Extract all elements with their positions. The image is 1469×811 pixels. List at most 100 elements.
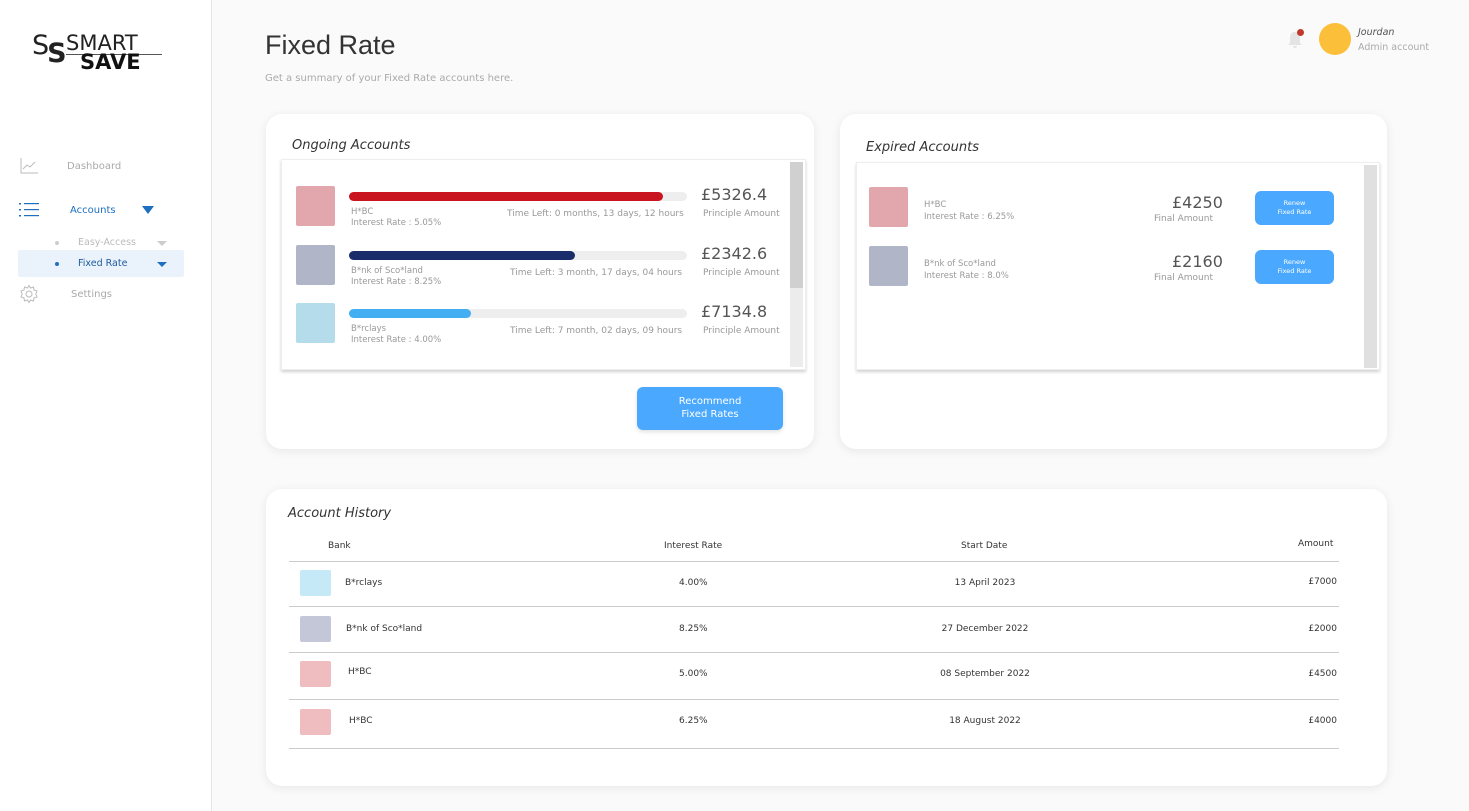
bank-name: B*rclays [351, 324, 387, 334]
bank-name: H*BC [924, 200, 947, 210]
interest-rate: 8.25% [679, 624, 708, 634]
final-amount: £4250 [1172, 193, 1223, 212]
ongoing-accounts-list[interactable]: H*BC Interest Rate : 5.05% Time Left: 0 … [281, 159, 806, 370]
list-item[interactable]: H*BC Interest Rate : 5.05% Time Left: 0 … [296, 185, 786, 238]
chevron-down-icon [157, 241, 167, 246]
interest-rate: Interest Rate : 5.05% [351, 218, 442, 228]
column-header-interest-rate: Interest Rate [664, 541, 723, 551]
start-date: 18 August 2022 [949, 716, 1021, 726]
list-item[interactable]: B*nk of Sco*land Interest Rate : 8.25% T… [296, 244, 786, 297]
list-item[interactable]: H*BC Interest Rate : 6.25% £4250 Final A… [869, 187, 1339, 229]
bank-name: B*rclays [345, 578, 383, 588]
user-name: Jourdan [1358, 27, 1395, 38]
bank-swatch [300, 570, 331, 596]
start-date: 08 September 2022 [940, 669, 1030, 679]
scrollbar-thumb[interactable] [790, 162, 803, 288]
amount: £7000 [1308, 577, 1337, 587]
avatar[interactable] [1319, 23, 1351, 55]
amount: £4000 [1308, 716, 1337, 726]
principle-amount-label: Principle Amount [703, 326, 780, 336]
card-title: Ongoing Accounts [292, 138, 411, 153]
table-row[interactable]: H*BC 5.00% 08 September 2022 £4500 [289, 653, 1339, 699]
bank-swatch [869, 187, 908, 227]
bank-swatch [300, 616, 331, 642]
interest-rate: Interest Rate : 8.0% [924, 271, 1009, 281]
sidebar-subitem-fixed-rate[interactable]: Fixed Rate [18, 250, 184, 277]
sidebar-subitem-label: Easy-Access [78, 237, 136, 248]
bank-name: B*nk of Sco*land [346, 624, 423, 634]
final-amount-label: Final Amount [1154, 214, 1213, 224]
final-amount-label: Final Amount [1154, 273, 1213, 283]
logo-save: SAVE [80, 50, 141, 74]
sidebar-item-label: Accounts [70, 204, 116, 216]
bank-name: B*nk of Sco*land [351, 266, 423, 276]
progress-bar [349, 309, 687, 318]
bank-swatch [296, 245, 335, 285]
bank-name: H*BC [351, 207, 374, 217]
time-left: Time Left: 0 months, 13 days, 12 hours [507, 209, 684, 219]
recommend-fixed-rates-button[interactable]: Recommend Fixed Rates [637, 387, 783, 430]
sidebar-item-label: Settings [71, 288, 113, 300]
bank-swatch [869, 246, 908, 286]
bank-name: H*BC [348, 667, 372, 677]
column-header-start-date: Start Date [961, 541, 1008, 551]
progress-fill [349, 251, 576, 260]
bank-name: B*nk of Sco*land [924, 259, 996, 269]
logo-mark: SS [32, 30, 67, 69]
table-row[interactable]: B*nk of Sco*land 8.25% 27 December 2022 … [289, 607, 1339, 653]
logo: SS SMART SAVE [30, 28, 162, 76]
page-subtitle: Get a summary of your Fixed Rate account… [265, 73, 514, 84]
table-row[interactable]: H*BC 6.25% 18 August 2022 £4000 [289, 700, 1339, 746]
interest-rate: Interest Rate : 4.00% [351, 335, 442, 345]
start-date: 13 April 2023 [954, 578, 1016, 588]
page-title: Fixed Rate [265, 30, 396, 60]
ongoing-accounts-card: Ongoing Accounts H*BC Interest Rate : 5.… [266, 114, 814, 449]
principle-amount: £7134.8 [701, 302, 768, 321]
expired-accounts-list[interactable]: H*BC Interest Rate : 6.25% £4250 Final A… [856, 162, 1380, 370]
notification-bell-icon[interactable] [1286, 29, 1304, 50]
principle-amount: £2342.6 [701, 244, 768, 263]
bank-swatch [300, 661, 331, 687]
final-amount: £2160 [1172, 252, 1223, 271]
chevron-down-icon [157, 262, 167, 267]
sidebar: SS SMART SAVE Dashboard Accounts Easy-Ac… [0, 0, 212, 811]
sidebar-item-accounts[interactable]: Accounts [18, 196, 184, 224]
principle-amount-label: Principle Amount [703, 268, 780, 278]
interest-rate: 6.25% [679, 716, 708, 726]
progress-fill [349, 309, 471, 318]
time-left: Time Left: 3 month, 17 days, 04 hours [510, 268, 683, 278]
scrollbar[interactable] [1364, 165, 1377, 368]
bank-swatch [296, 303, 335, 343]
interest-rate: 4.00% [679, 578, 708, 588]
list-item[interactable]: B*rclays Interest Rate : 4.00% Time Left… [296, 302, 786, 355]
sidebar-item-settings[interactable]: Settings [18, 280, 184, 308]
time-left: Time Left: 7 month, 02 days, 09 hours [510, 326, 683, 336]
interest-rate: 5.00% [679, 669, 708, 679]
renew-fixed-rate-button[interactable]: Renew Fixed Rate [1255, 191, 1334, 225]
expired-accounts-card: Expired Accounts H*BC Interest Rate : 6.… [840, 114, 1387, 449]
chart-line-icon [18, 155, 40, 177]
interest-rate: Interest Rate : 8.25% [351, 277, 442, 287]
gear-icon [18, 283, 40, 305]
progress-bar [349, 251, 687, 260]
table-row[interactable]: B*rclays 4.00% 13 April 2023 £7000 [289, 562, 1339, 608]
sidebar-item-dashboard[interactable]: Dashboard [18, 152, 184, 180]
bank-swatch [300, 709, 331, 735]
bank-name: H*BC [349, 716, 373, 726]
bank-swatch [296, 186, 335, 226]
column-header-bank: Bank [328, 541, 351, 551]
scrollbar[interactable] [790, 162, 803, 367]
list-icon [18, 199, 40, 221]
renew-fixed-rate-button[interactable]: Renew Fixed Rate [1255, 250, 1334, 284]
user-role: Admin account [1358, 42, 1430, 53]
sidebar-item-label: Dashboard [67, 160, 122, 172]
progress-bar [349, 192, 687, 201]
list-item[interactable]: B*nk of Sco*land Interest Rate : 8.0% £2… [869, 246, 1339, 288]
card-title: Account History [288, 506, 392, 521]
principle-amount-label: Principle Amount [703, 209, 780, 219]
principle-amount: £5326.4 [701, 185, 768, 204]
sidebar-subitem-label: Fixed Rate [78, 258, 128, 269]
amount: £2000 [1308, 624, 1337, 634]
card-title: Expired Accounts [866, 140, 979, 155]
start-date: 27 December 2022 [941, 624, 1029, 634]
